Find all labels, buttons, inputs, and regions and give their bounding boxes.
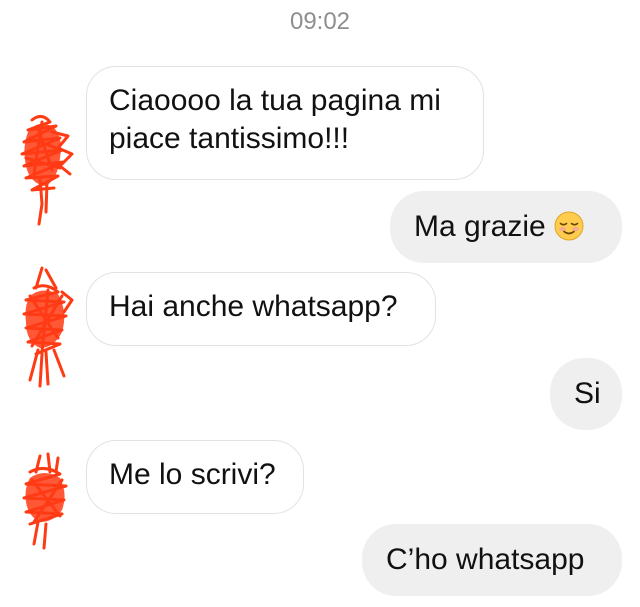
- message-text: Si: [574, 377, 601, 410]
- chat-thread: 09:02 Ciaoooo la tua pagina mi piace tan…: [0, 0, 640, 607]
- message-text: Me lo scrivi?: [109, 458, 276, 491]
- message-timestamp: 09:02: [289, 8, 351, 35]
- message-text-line: Ciaoooo la tua pagina mi: [109, 84, 441, 117]
- redacted-avatar-scribble-icon[interactable]: [12, 450, 82, 550]
- message-text: Hai anche whatsapp?: [109, 290, 398, 323]
- incoming-message-bubble[interactable]: Me lo scrivi?: [86, 440, 304, 514]
- message-text-line: piace tantissimo!!!: [109, 122, 350, 155]
- redacted-avatar-scribble-icon[interactable]: [12, 262, 82, 392]
- redacted-avatar-scribble-icon[interactable]: [12, 108, 82, 233]
- outgoing-message-bubble[interactable]: C’ho whatsapp: [362, 524, 622, 596]
- message-text: C’ho whatsapp: [386, 543, 585, 576]
- relieved-smiling-face-emoji-icon: [554, 211, 584, 251]
- outgoing-message-bubble[interactable]: Si: [550, 358, 622, 430]
- outgoing-message-bubble[interactable]: Ma grazie: [390, 191, 622, 263]
- message-text: Ma grazie: [414, 210, 546, 243]
- incoming-message-bubble[interactable]: Ciaoooo la tua pagina mi piace tantissim…: [86, 66, 484, 180]
- incoming-message-bubble[interactable]: Hai anche whatsapp?: [86, 272, 436, 346]
